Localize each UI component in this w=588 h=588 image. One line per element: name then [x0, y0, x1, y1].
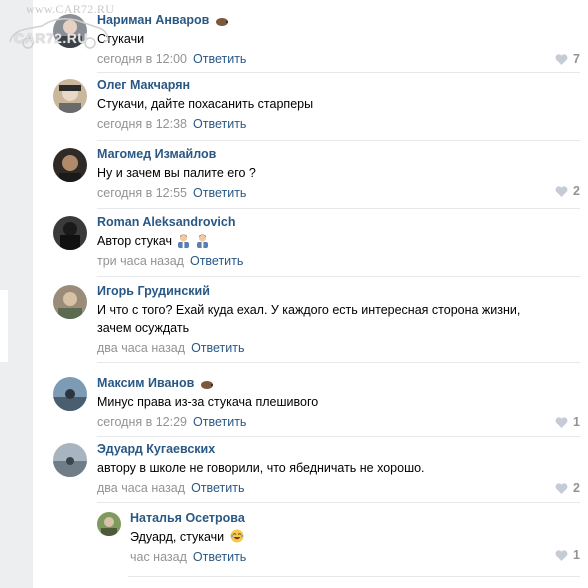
comment-author-link[interactable]: Игорь Грудинский [97, 283, 210, 300]
comment-author-link[interactable]: Максим Иванов [97, 375, 194, 392]
comment-text: Стукачи, дайте похасанить старперы [97, 97, 314, 111]
like-button[interactable]: 2 [555, 481, 580, 495]
comment-text-content: Эдуард, стукачи [130, 530, 225, 544]
comment-author-link[interactable]: Нариман Анваров [97, 12, 209, 29]
like-button[interactable]: 2 [555, 184, 580, 198]
heart-icon [555, 416, 568, 428]
comment-divider [97, 140, 580, 141]
comment-date[interactable]: сегодня в 12:29 [97, 415, 187, 429]
heart-icon [555, 482, 568, 494]
side-card-edge [0, 290, 8, 362]
comment-divider [97, 436, 580, 437]
heart-icon [555, 549, 568, 561]
comment-text: И что с того? Ехай куда ехал. У каждого … [97, 301, 580, 337]
avatar[interactable] [53, 285, 87, 319]
comment-date[interactable]: час назад [130, 550, 187, 564]
heart-icon [555, 185, 568, 197]
comment-date[interactable]: два часа назад [97, 341, 185, 355]
comment-divider [128, 576, 580, 577]
comment-date[interactable]: два часа назад [97, 481, 185, 495]
avatar[interactable] [53, 148, 87, 182]
comment-date[interactable]: сегодня в 12:55 [97, 186, 187, 200]
comment-author-link[interactable]: Магомед Измайлов [97, 146, 216, 163]
avatar[interactable] [53, 79, 87, 113]
like-button[interactable]: 1 [555, 548, 580, 562]
avatar[interactable] [53, 14, 87, 48]
like-button[interactable]: 7 [555, 52, 580, 66]
comment-text-content: Автор стукач [97, 234, 172, 248]
hedgehog-icon [201, 380, 214, 389]
reply-button[interactable]: Ответить [193, 550, 246, 564]
tears-of-joy-emoji [230, 529, 244, 543]
comment-text-line: И что с того? Ехай куда ехал. У каждого … [97, 303, 521, 317]
like-count: 2 [573, 481, 580, 495]
reply-button[interactable]: Ответить [191, 341, 244, 355]
heart-icon [555, 53, 568, 65]
reply-button[interactable]: Ответить [193, 117, 246, 131]
comment-author-link[interactable]: Олег Макчарян [97, 77, 190, 94]
comments-panel: Нариман Анваров Стукачи сегодня в 12:00 О… [33, 0, 588, 588]
reply-button[interactable]: Ответить [193, 415, 246, 429]
comment-divider [97, 362, 580, 363]
comment-date[interactable]: три часа назад [97, 254, 184, 268]
avatar[interactable] [97, 512, 121, 536]
man-office-worker-emoji [196, 234, 208, 248]
reply-button[interactable]: Ответить [191, 481, 244, 495]
comment-author-link[interactable]: Roman Aleksandrovich [97, 214, 235, 231]
comment-date[interactable]: сегодня в 12:00 [97, 52, 187, 66]
reply-button[interactable]: Ответить [193, 52, 246, 66]
like-button[interactable]: 1 [555, 415, 580, 429]
comment-text: Эдуард, стукачи [130, 528, 580, 546]
reply-button[interactable]: Ответить [193, 186, 246, 200]
comment-divider [97, 502, 580, 503]
like-count: 1 [573, 415, 580, 429]
comment-text: Стукачи [97, 32, 145, 46]
reply-button[interactable]: Ответить [190, 254, 243, 268]
hedgehog-icon [216, 17, 229, 26]
avatar[interactable] [53, 216, 87, 250]
comment-author-link[interactable]: Эдуард Кугаевских [97, 441, 215, 458]
comment-date[interactable]: сегодня в 12:38 [97, 117, 187, 131]
like-count: 1 [573, 548, 580, 562]
like-count: 7 [573, 52, 580, 66]
comment-text: автору в школе не говорили, что ябеднича… [97, 461, 425, 475]
man-office-worker-emoji [178, 234, 190, 248]
like-count: 2 [573, 184, 580, 198]
avatar[interactable] [53, 377, 87, 411]
comment-divider [97, 276, 580, 277]
comment-divider [97, 208, 580, 209]
comment-text: Ну и зачем вы палите его ? [97, 166, 256, 180]
comment-text: Автор стукач [97, 232, 580, 250]
avatar[interactable] [53, 443, 87, 477]
comment-divider [97, 72, 580, 73]
comment-text: Минус права из-за стукача плешивого [97, 395, 319, 409]
comment-text-line: зачем осуждать [97, 321, 190, 335]
comment-author-link[interactable]: Наталья Осетрова [130, 510, 245, 527]
